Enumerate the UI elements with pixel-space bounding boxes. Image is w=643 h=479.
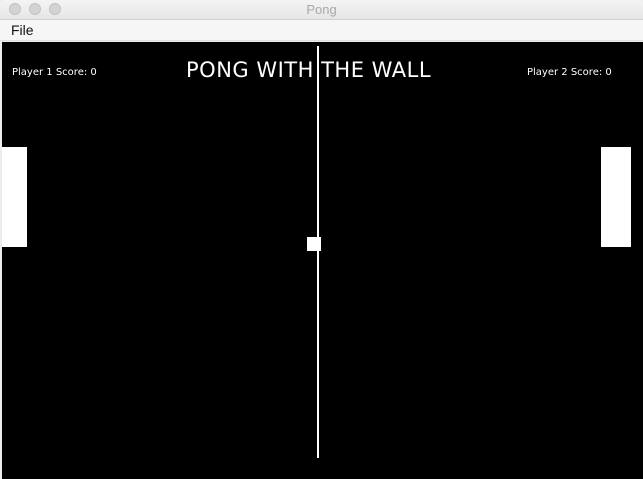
- player1-score: Player 1 Score: 0: [12, 67, 97, 78]
- left-paddle: [2, 147, 27, 247]
- pong-window: Pong File Player 1 Score: 0 PONG WITH TH…: [0, 0, 643, 479]
- menu-bar: File: [0, 20, 643, 41]
- player2-score: Player 2 Score: 0: [527, 67, 612, 78]
- center-net-line: [317, 46, 319, 458]
- ball: [307, 237, 321, 251]
- title-bar[interactable]: Pong: [0, 0, 643, 20]
- game-court[interactable]: Player 1 Score: 0 PONG WITH THE WALL Pla…: [2, 42, 643, 479]
- game-headline: PONG WITH THE WALL: [186, 58, 432, 82]
- window-title: Pong: [306, 2, 337, 17]
- right-paddle: [601, 147, 631, 247]
- menu-file[interactable]: File: [11, 22, 34, 38]
